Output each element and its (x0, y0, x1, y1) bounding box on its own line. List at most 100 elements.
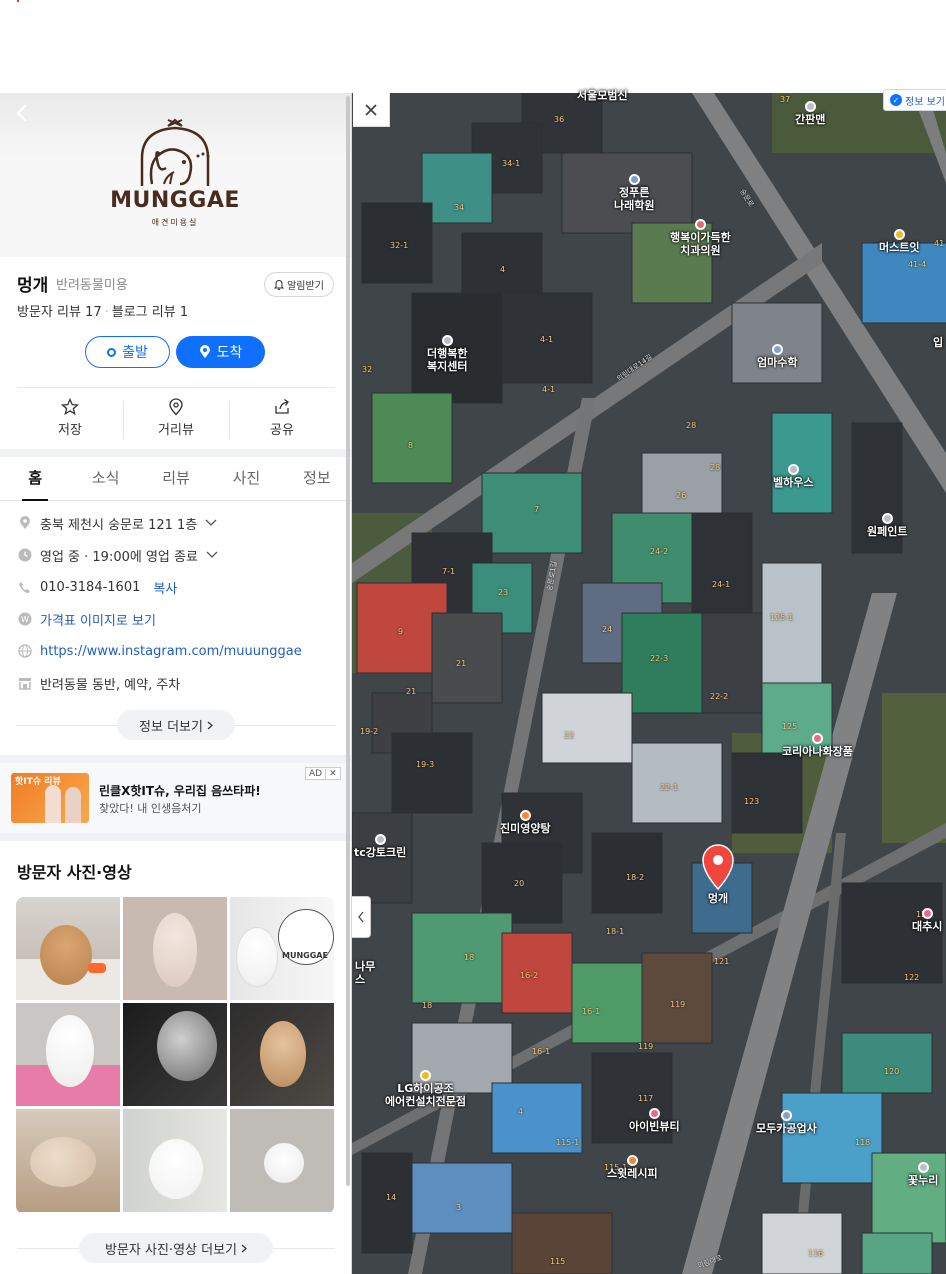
tab-reviews[interactable]: 리뷰 (141, 457, 211, 500)
price-image-link[interactable]: 가격표 이미지로 보기 (40, 610, 156, 629)
photo-thumbnail[interactable] (16, 1003, 120, 1106)
website-link[interactable]: https://www.instagram.com/muuunggae (40, 644, 302, 659)
hospital-icon (694, 219, 706, 230)
blog-reviews-link[interactable]: 블로그 리뷰 1 (112, 305, 188, 320)
photo-thumbnail[interactable] (123, 897, 227, 1000)
poi-label: 원페인트 (867, 525, 908, 538)
ad-card[interactable]: 핫IT슈 리뷰 린클X핫IT슈, 우리집 음쓰타파! 찾았다! 내 인생음처기 … (0, 763, 351, 833)
photo-thumbnail[interactable] (230, 1109, 334, 1212)
photo-thumbnail[interactable] (16, 1109, 120, 1212)
panel-scrollbar[interactable] (346, 96, 350, 1186)
pin-icon (787, 464, 799, 475)
photo-thumbnail[interactable] (16, 897, 120, 1000)
photo-thumbnail[interactable] (123, 1003, 227, 1106)
building-number: 41-4 (908, 260, 927, 269)
map-poi[interactable]: 진미영양탕 (500, 810, 551, 835)
shop-icon (648, 1108, 660, 1119)
depart-label: 출발 (122, 345, 148, 361)
tab-photos[interactable]: 사진 (211, 457, 281, 500)
address-row[interactable]: 충북 제천시 숭문로 121 1층 (17, 507, 335, 539)
street-view-button[interactable]: 거리뷰 (123, 393, 229, 443)
brand-logo: MUNGGAE 애견미용실 (110, 118, 240, 230)
map-poi[interactable]: LG하이공조 에어컨설치전문점 (385, 1070, 466, 1108)
hours-row[interactable]: 영업 중 · 19:00에 영업 종료 (17, 539, 335, 571)
place-name: 멍개 (17, 276, 49, 296)
save-button[interactable]: 저장 (17, 393, 123, 443)
map-poi[interactable]: 모두카공업사 (756, 1110, 817, 1135)
poi-label: 벨하우스 (773, 476, 814, 489)
ad-section: 핫IT슈 리뷰 린클X핫IT슈, 우리집 음쓰타파! 찾았다! 내 인생음처기 … (0, 755, 351, 841)
map-poi[interactable]: 간판맨 (795, 101, 825, 126)
star-pin-icon (419, 1070, 431, 1081)
action-bar: 저장 거리뷰 공유 (17, 393, 335, 443)
photos-more-label: 방문자 사진·영상 더보기 (105, 1242, 237, 1258)
back-button[interactable] (12, 101, 36, 125)
building-number: 28 (710, 463, 721, 472)
arrive-button[interactable]: 도착 (176, 336, 265, 368)
pin-icon (628, 174, 640, 185)
top-blank-area (0, 0, 946, 93)
won-icon: W (17, 612, 32, 627)
tab-home[interactable]: 홈 (0, 457, 70, 501)
building-number: 125-1 (770, 613, 794, 622)
ad-close-button[interactable]: ✕ (325, 768, 340, 779)
share-button[interactable]: 공유 (229, 393, 335, 443)
alert-button[interactable]: 알림받기 (264, 272, 334, 297)
dog-photo (40, 925, 92, 985)
star-pin-icon (893, 229, 905, 240)
ad-thumbnail: 핫IT슈 리뷰 (11, 773, 89, 823)
price-row[interactable]: W 가격표 이미지로 보기 (17, 603, 335, 635)
map-poi[interactable]: 스윗레시피 (607, 1155, 658, 1180)
info-view-button[interactable]: ✓ 정보 보기 (883, 89, 946, 111)
photo-watermark-text: MUNGGAE (282, 951, 328, 960)
poi-label: 머스트잇 (879, 241, 920, 254)
map-poi[interactable]: 엄마수학 (757, 344, 797, 369)
photo-thumbnail[interactable] (230, 1003, 334, 1106)
poi-label: 입 (933, 336, 944, 349)
info-view-label: 정보 보기 (905, 96, 945, 108)
poi-label: 엄마수학 (757, 356, 798, 369)
info-more-button[interactable]: 정보 더보기 (117, 710, 235, 740)
tab-news[interactable]: 소식 (70, 457, 140, 500)
map-poi[interactable]: 원페인트 (867, 513, 907, 538)
close-panel-button[interactable] (353, 93, 390, 127)
map-poi[interactable]: 정푸른 나래학원 (614, 174, 654, 212)
building-number: 4 (518, 1107, 524, 1116)
building-number: 21 (406, 687, 417, 696)
building-number: 22 (564, 731, 575, 740)
chevron-down-icon (205, 519, 217, 526)
selected-place-marker[interactable] (699, 842, 737, 890)
map-poi[interactable]: 벨하우스 (773, 464, 813, 489)
person-figure (45, 785, 61, 823)
map-poi[interactable]: 아이빈뷰티 (629, 1108, 680, 1133)
street-view-label: 거리뷰 (158, 423, 194, 438)
map-poi[interactable]: 서울모범신 (577, 89, 628, 102)
photo-thumbnail[interactable]: MUNGGAE (230, 897, 334, 1000)
building-number: 115 (550, 1257, 566, 1266)
map-poi[interactable]: 대추시 (912, 908, 942, 933)
map-poi[interactable]: 꽃누리 (908, 1162, 938, 1187)
map-poi[interactable]: 더행복한 복지센터 (427, 335, 467, 373)
map-poi[interactable]: 행복이가득한 치과의원 (670, 219, 731, 257)
depart-button[interactable]: 출발 (85, 336, 170, 368)
dog-photo (30, 1137, 96, 1187)
pin-icon (374, 834, 386, 845)
photos-more-button[interactable]: 방문자 사진·영상 더보기 (79, 1233, 273, 1263)
person-figure (65, 787, 81, 823)
tab-info[interactable]: 정보 (282, 457, 351, 500)
photo-thumbnail[interactable] (123, 1109, 227, 1212)
website-row[interactable]: https://www.instagram.com/muuunggae (17, 635, 335, 667)
map-poi[interactable]: tc강토크린 (354, 834, 406, 859)
dog-photo (88, 963, 106, 973)
collapse-panel-button[interactable] (352, 896, 371, 938)
building-number: 14 (386, 1193, 397, 1202)
map-poi[interactable]: 머스트잇 (879, 229, 919, 254)
map-poi[interactable]: 코리아나화장품 (782, 733, 853, 758)
building-number: 28 (686, 421, 697, 430)
copy-phone-button[interactable]: 복사 (153, 578, 177, 597)
info-list: 충북 제천시 숭문로 121 1층 영업 중 · 19:00에 영업 종료 01… (17, 507, 335, 699)
map-poi[interactable]: 입 (933, 336, 943, 349)
map-poi[interactable]: 나무 스 (355, 960, 375, 986)
visitor-reviews-link[interactable]: 방문자 리뷰 17 (17, 305, 102, 320)
arrive-label: 도착 (216, 345, 243, 361)
